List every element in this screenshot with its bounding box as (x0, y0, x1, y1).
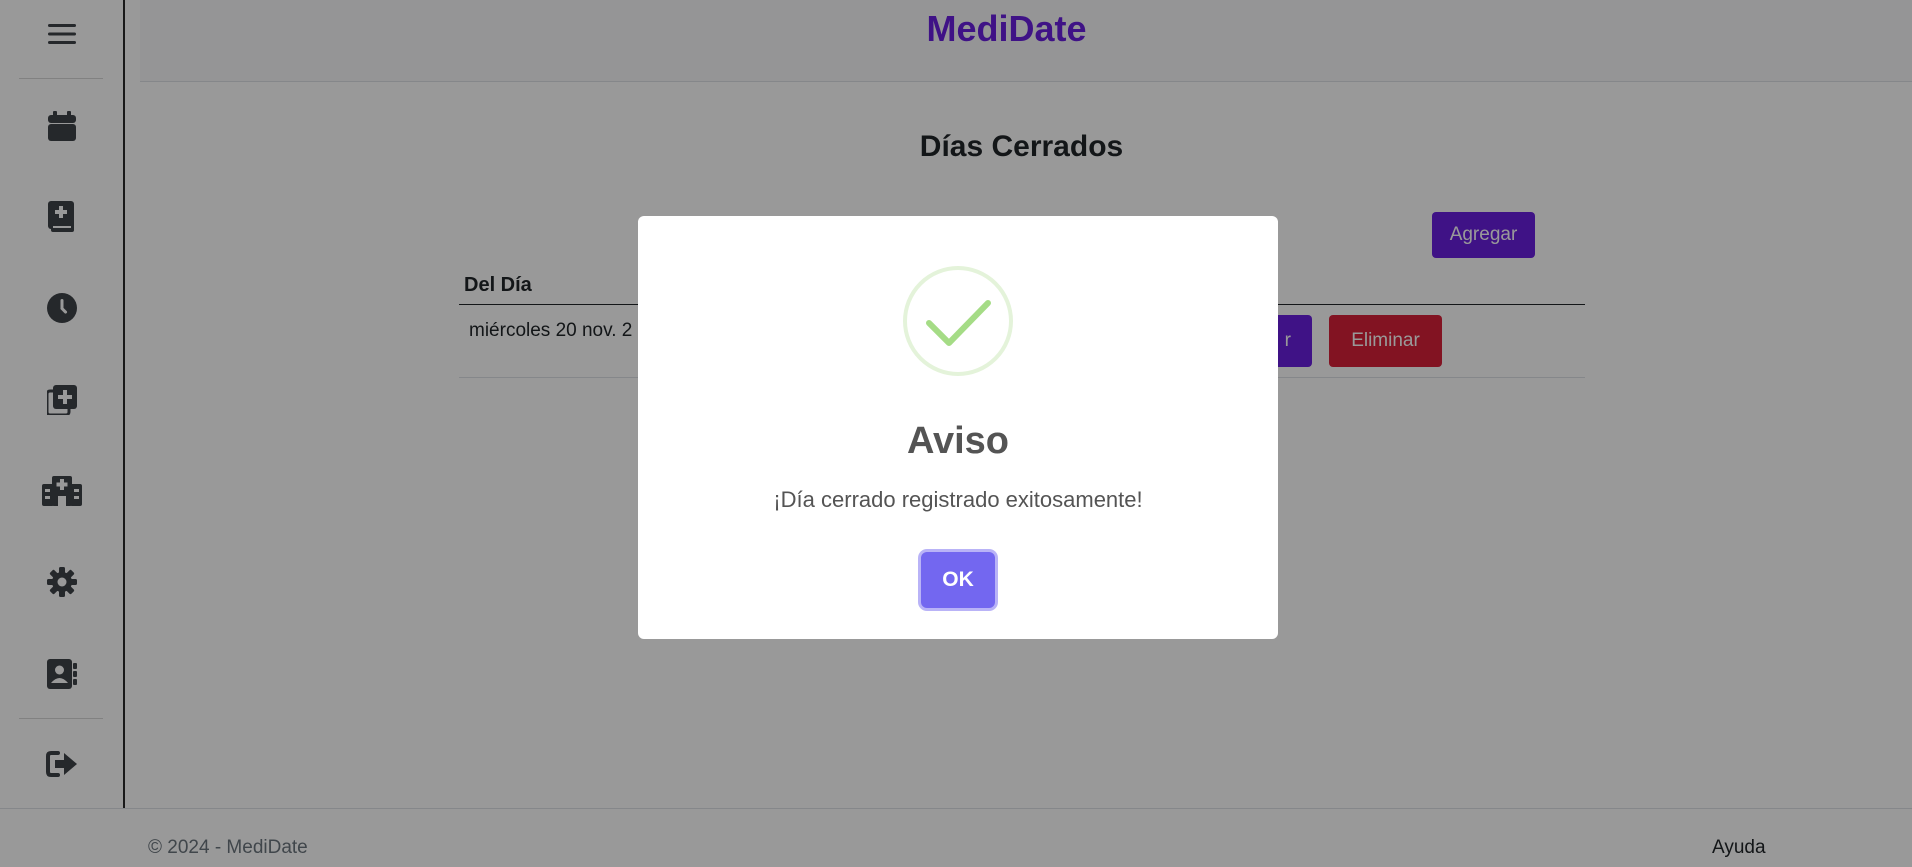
dialog-title: Aviso (906, 420, 1010, 462)
success-check-icon (903, 266, 1013, 376)
ok-button[interactable]: OK (921, 552, 995, 608)
app-root: MediDate Días Cerrados Agregar Del Día m… (0, 0, 1912, 867)
dialog-message: ¡Día cerrado registrado exitosamente! (773, 487, 1143, 512)
success-dialog: Aviso ¡Día cerrado registrado exitosamen… (638, 216, 1278, 639)
